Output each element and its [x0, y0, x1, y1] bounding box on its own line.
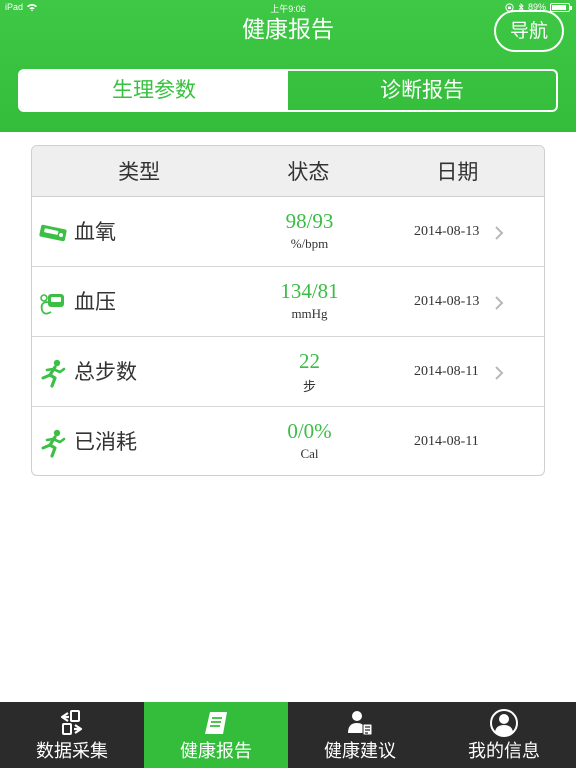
- table-row-blood-oxygen[interactable]: 血氧 98/93 %/bpm 2014-08-13: [32, 197, 544, 267]
- report-icon: [205, 712, 227, 734]
- bottom-tab-bar: 数据采集 健康报告 健康建议 我的信息: [0, 702, 576, 768]
- oximeter-icon: [39, 224, 67, 242]
- row-status-value: 134/81: [280, 279, 339, 303]
- runner-icon: [41, 359, 66, 388]
- row-status-unit: 步: [302, 379, 316, 394]
- header-bar: iPad 上午9:06 89% 健康报告 导航 生理参数 诊断报告: [0, 0, 576, 132]
- nav-button[interactable]: 导航: [494, 10, 564, 52]
- tab-my-info[interactable]: 我的信息: [432, 702, 576, 768]
- tab-physiological-params[interactable]: 生理参数: [20, 71, 288, 110]
- column-header-type: 类型: [118, 160, 161, 184]
- column-header-status: 状态: [287, 160, 330, 184]
- profile-icon: [490, 709, 518, 737]
- status-time: 上午9:06: [270, 4, 306, 14]
- status-bar: iPad 上午9:06 89%: [0, 0, 576, 16]
- table-header: 类型 状态 日期: [32, 146, 544, 197]
- row-date: 2014-08-13: [414, 294, 480, 309]
- row-type-label: 血氧: [74, 220, 116, 244]
- row-status-value: 98/93: [285, 209, 334, 233]
- tab-data-collection[interactable]: 数据采集: [0, 702, 144, 768]
- battery-icon: [550, 2, 572, 12]
- tab-label: 健康报告: [180, 741, 252, 762]
- tab-diagnosis-report[interactable]: 诊断报告: [288, 71, 556, 110]
- segmented-control: 生理参数 诊断报告: [18, 69, 558, 112]
- row-status-unit: Cal: [300, 446, 319, 461]
- battery-fill: [552, 4, 567, 10]
- row-date: 2014-08-13: [414, 224, 480, 239]
- row-type-label: 已消耗: [74, 430, 137, 454]
- column-header-date: 日期: [436, 160, 479, 184]
- table-row-blood-pressure[interactable]: 血压 134/81 mmHg 2014-08-13: [32, 267, 544, 337]
- row-status-unit: %/bpm: [290, 236, 329, 251]
- row-type-label: 血压: [74, 290, 116, 314]
- data-collect-icon: [60, 710, 83, 735]
- tab-health-report[interactable]: 健康报告: [144, 702, 288, 768]
- runner-icon: [41, 429, 66, 458]
- blood-pressure-icon: [40, 294, 64, 315]
- health-table: 类型 状态 日期 血氧 98/93 %/bpm 2014-08-13 血压 13…: [31, 145, 545, 476]
- chevron-right-icon: [495, 296, 504, 310]
- row-status-unit: mmHg: [291, 306, 328, 321]
- chevron-right-icon: [495, 226, 504, 240]
- tab-label: 健康建议: [324, 741, 396, 762]
- tab-label: 数据采集: [36, 741, 108, 762]
- tab-health-advice[interactable]: 健康建议: [288, 702, 432, 768]
- row-date: 2014-08-11: [414, 364, 479, 379]
- table-row-total-steps[interactable]: 总步数 22 步 2014-08-11: [32, 337, 544, 407]
- table-row-consumed[interactable]: 已消耗 0/0% Cal 2014-08-11: [32, 407, 544, 475]
- row-status-value: 0/0%: [287, 419, 332, 443]
- page-title: 健康报告: [242, 17, 334, 43]
- advice-icon: [348, 711, 373, 736]
- chevron-right-icon: [495, 366, 504, 380]
- row-status-value: 22: [299, 349, 320, 373]
- row-type-label: 总步数: [74, 360, 137, 384]
- row-date: 2014-08-11: [414, 434, 479, 449]
- tab-label: 我的信息: [468, 741, 540, 762]
